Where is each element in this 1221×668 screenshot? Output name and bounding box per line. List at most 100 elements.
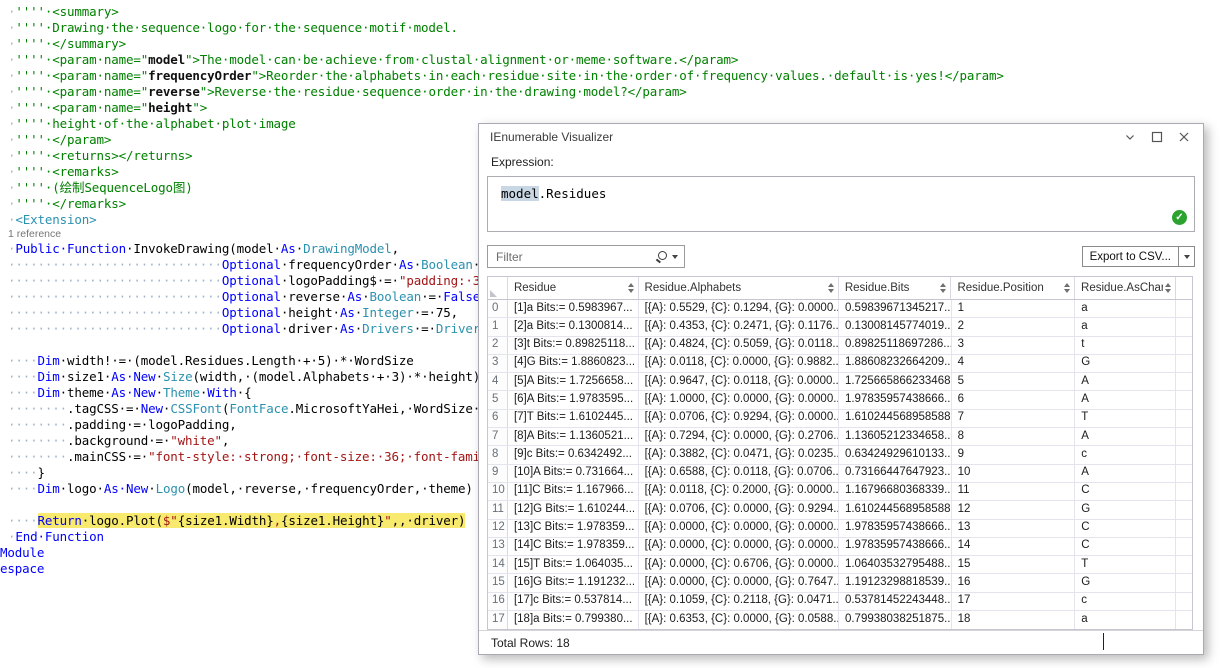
search-options-caret-icon[interactable]	[672, 255, 678, 259]
table-cell[interactable]: 10	[952, 465, 1076, 482]
table-cell[interactable]: [14]C Bits:= 1.978359...	[508, 538, 639, 555]
column-header-residue-alphabets[interactable]: Residue.Alphabets	[639, 277, 839, 299]
table-cell[interactable]: 1.97835957438666...	[839, 520, 952, 537]
table-cell[interactable]: 0.59839671345217...	[839, 300, 952, 317]
row-index[interactable]: 10	[488, 483, 508, 500]
table-cell[interactable]: 6	[952, 391, 1076, 408]
table-cell[interactable]: 1.13605212334658...	[839, 428, 952, 445]
table-cell[interactable]: a	[1075, 611, 1176, 629]
close-button[interactable]	[1170, 126, 1197, 148]
table-cell[interactable]: 1.610244568958588	[839, 410, 952, 427]
row-index[interactable]: 15	[488, 574, 508, 591]
table-cell[interactable]: a	[1075, 300, 1176, 317]
table-cell[interactable]: [{A}: 0.0000, {C}: 0.0000, {G}: 0.0000..…	[639, 538, 839, 555]
table-cell[interactable]: 11	[952, 483, 1076, 500]
row-index[interactable]: 17	[488, 611, 508, 629]
row-index[interactable]: 3	[488, 355, 508, 372]
table-cell[interactable]: 1.06403532795488...	[839, 556, 952, 573]
sort-icon[interactable]	[1165, 283, 1171, 293]
sort-icon[interactable]	[828, 283, 834, 293]
table-cell[interactable]: G	[1075, 501, 1176, 518]
table-cell[interactable]: 0.89825118697286...	[839, 337, 952, 354]
table-cell[interactable]: [9]c Bits:= 0.6342492...	[508, 446, 639, 463]
table-cell[interactable]: A	[1075, 391, 1176, 408]
table-row[interactable]: 3[4]G Bits:= 1.8860823...[{A}: 0.0118, {…	[488, 355, 1192, 373]
table-cell[interactable]: [4]G Bits:= 1.8860823...	[508, 355, 639, 372]
table-row[interactable]: 9[10]A Bits:= 0.731664...[{A}: 0.6588, {…	[488, 465, 1192, 483]
table-cell[interactable]: [{A}: 1.0000, {C}: 0.0000, {G}: 0.0000..…	[639, 391, 839, 408]
table-cell[interactable]: 1	[952, 300, 1076, 317]
table-cell[interactable]: A	[1075, 465, 1176, 482]
table-cell[interactable]: 13	[952, 520, 1076, 537]
table-row[interactable]: 4[5]A Bits:= 1.7256658...[{A}: 0.9647, {…	[488, 373, 1192, 391]
table-row[interactable]: 1[2]a Bits:= 0.1300814...[{A}: 0.4353, {…	[488, 318, 1192, 336]
sort-icon[interactable]	[628, 283, 634, 293]
table-cell[interactable]: 5	[952, 373, 1076, 390]
table-cell[interactable]: [6]A Bits:= 1.9783595...	[508, 391, 639, 408]
table-cell[interactable]: 12	[952, 501, 1076, 518]
sort-icon[interactable]	[940, 283, 946, 293]
row-index[interactable]: 9	[488, 465, 508, 482]
table-cell[interactable]: [{A}: 0.3882, {C}: 0.0471, {G}: 0.0235..…	[639, 446, 839, 463]
row-index[interactable]: 14	[488, 556, 508, 573]
table-cell[interactable]: A	[1075, 428, 1176, 445]
table-row[interactable]: 11[12]G Bits:= 1.610244...[{A}: 0.0706, …	[488, 501, 1192, 519]
table-cell[interactable]: [17]c Bits:= 0.537814...	[508, 593, 639, 610]
row-index[interactable]: 6	[488, 410, 508, 427]
export-to-csv-button[interactable]: Export to CSV...	[1082, 246, 1195, 267]
table-cell[interactable]: [{A}: 0.7294, {C}: 0.0000, {G}: 0.2706..…	[639, 428, 839, 445]
row-index[interactable]: 12	[488, 520, 508, 537]
row-index[interactable]: 7	[488, 428, 508, 445]
table-row[interactable]: 14[15]T Bits:= 1.064035...[{A}: 0.0000, …	[488, 556, 1192, 574]
table-cell[interactable]: [{A}: 0.4824, {C}: 0.5059, {G}: 0.0118..…	[639, 337, 839, 354]
table-cell[interactable]: 3	[952, 337, 1076, 354]
sort-icon[interactable]	[1064, 283, 1070, 293]
table-cell[interactable]: c	[1075, 446, 1176, 463]
table-cell[interactable]: [{A}: 0.0118, {C}: 0.2000, {G}: 0.0000..…	[639, 483, 839, 500]
table-row[interactable]: 6[7]T Bits:= 1.6102445...[{A}: 0.0706, {…	[488, 410, 1192, 428]
table-cell[interactable]: [{A}: 0.6353, {C}: 0.0000, {G}: 0.0588..…	[639, 611, 839, 629]
row-index[interactable]: 2	[488, 337, 508, 354]
table-cell[interactable]: 0.63424929610133...	[839, 446, 952, 463]
table-cell[interactable]: [13]C Bits:= 1.978359...	[508, 520, 639, 537]
table-cell[interactable]: 8	[952, 428, 1076, 445]
table-row[interactable]: 8[9]c Bits:= 0.6342492...[{A}: 0.3882, {…	[488, 446, 1192, 464]
table-row[interactable]: 7[8]A Bits:= 1.1360521...[{A}: 0.7294, {…	[488, 428, 1192, 446]
table-cell[interactable]: 1.88608232664209...	[839, 355, 952, 372]
table-cell[interactable]: 1.610244568958588	[839, 501, 952, 518]
table-cell[interactable]: [10]A Bits:= 0.731664...	[508, 465, 639, 482]
table-cell[interactable]: 0.73166447647923...	[839, 465, 952, 482]
filter-input[interactable]: Filter	[487, 245, 685, 268]
table-cell[interactable]: G	[1075, 574, 1176, 591]
table-cell[interactable]: [{A}: 0.0000, {C}: 0.0000, {G}: 0.7647..…	[639, 574, 839, 591]
table-row[interactable]: 2[3]t Bits:= 0.89825118...[{A}: 0.4824, …	[488, 337, 1192, 355]
table-cell[interactable]: [{A}: 0.5529, {C}: 0.1294, {G}: 0.0000..…	[639, 300, 839, 317]
table-cell[interactable]: [{A}: 0.1059, {C}: 0.2118, {G}: 0.0471..…	[639, 593, 839, 610]
table-cell[interactable]: 15	[952, 556, 1076, 573]
column-header-residue-bits[interactable]: Residue.Bits	[839, 277, 952, 299]
table-cell[interactable]: [15]T Bits:= 1.064035...	[508, 556, 639, 573]
expression-input[interactable]: model.Residues ✓	[487, 176, 1195, 232]
table-row[interactable]: 15[16]G Bits:= 1.191232...[{A}: 0.0000, …	[488, 574, 1192, 592]
column-header-residue-aschar[interactable]: Residue.AsChar	[1075, 277, 1176, 299]
table-row[interactable]: 12[13]C Bits:= 1.978359...[{A}: 0.0000, …	[488, 520, 1192, 538]
search-icon[interactable]	[655, 250, 669, 264]
table-cell[interactable]: 0.79938038251875...	[839, 611, 952, 629]
table-cell[interactable]: 7	[952, 410, 1076, 427]
table-cell[interactable]: t	[1075, 337, 1176, 354]
table-cell[interactable]: a	[1075, 318, 1176, 335]
row-index[interactable]: 13	[488, 538, 508, 555]
row-index[interactable]: 16	[488, 593, 508, 610]
table-cell[interactable]: c	[1075, 593, 1176, 610]
table-row[interactable]: 0[1]a Bits:= 0.5983967...[{A}: 0.5529, {…	[488, 300, 1192, 318]
table-cell[interactable]: 16	[952, 574, 1076, 591]
table-cell[interactable]: 1.97835957438666...	[839, 538, 952, 555]
table-cell[interactable]: [2]a Bits:= 0.1300814...	[508, 318, 639, 335]
table-cell[interactable]: 18	[952, 611, 1076, 629]
table-cell[interactable]: [{A}: 0.4353, {C}: 0.2471, {G}: 0.1176..…	[639, 318, 839, 335]
table-cell[interactable]: [{A}: 0.0706, {C}: 0.0000, {G}: 0.9294..…	[639, 501, 839, 518]
maximize-button[interactable]	[1143, 126, 1170, 148]
table-cell[interactable]: 17	[952, 593, 1076, 610]
table-cell[interactable]: [16]G Bits:= 1.191232...	[508, 574, 639, 591]
table-row[interactable]: 17[18]a Bits:= 0.799380...[{A}: 0.6353, …	[488, 611, 1192, 629]
